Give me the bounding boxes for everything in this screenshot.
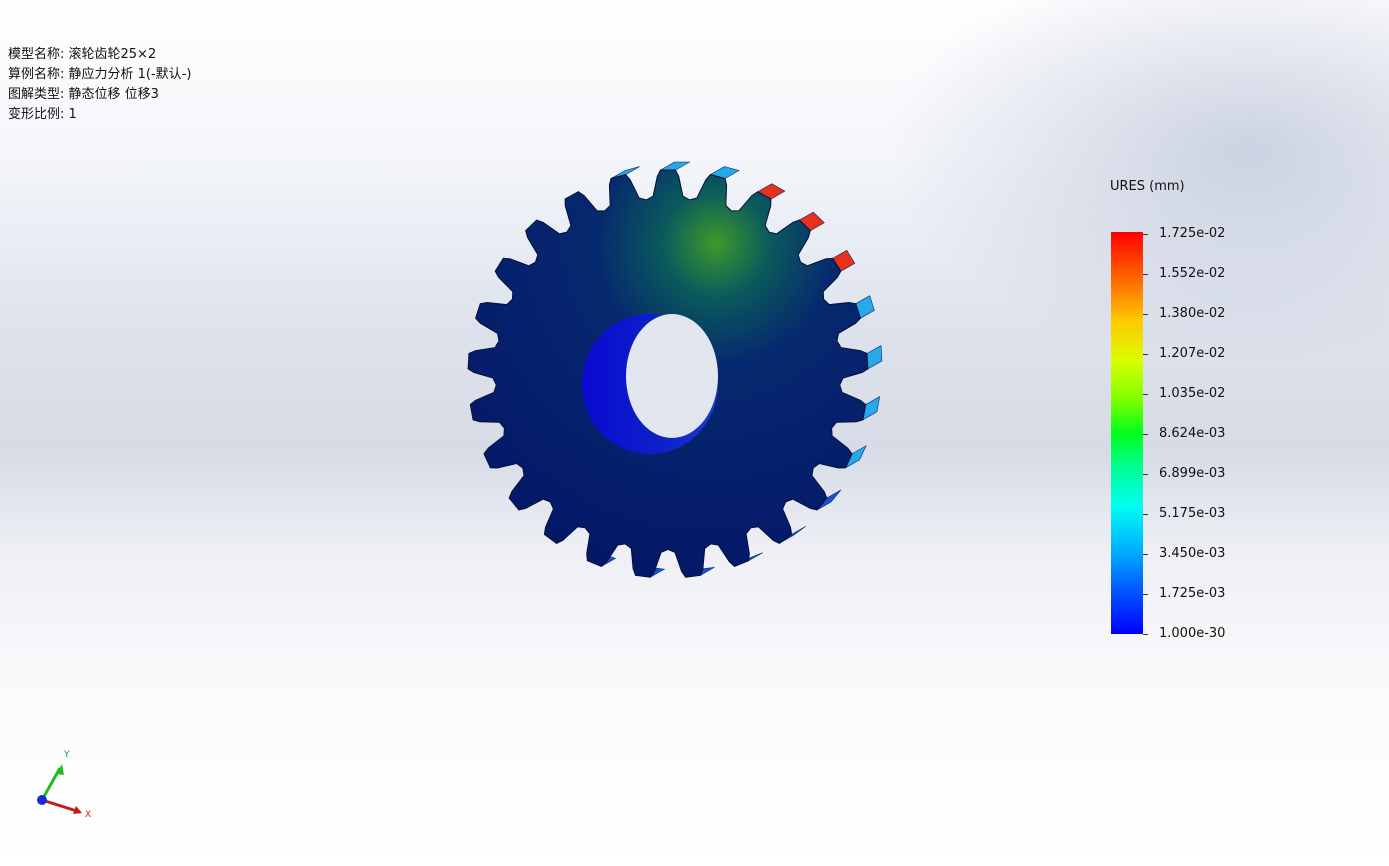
gear-tooth-side — [659, 161, 691, 171]
legend-tick — [1143, 274, 1148, 275]
x-axis-label: X — [85, 810, 91, 820]
gear-tooth-side — [866, 344, 883, 370]
legend-tick — [1143, 234, 1148, 235]
z-axis-dot — [37, 795, 47, 805]
legend-label: 1.380e-02 — [1159, 306, 1226, 321]
legend-label: 1.035e-02 — [1159, 386, 1226, 401]
legend-label: 1.207e-02 — [1159, 346, 1226, 361]
legend-label: 1.725e-03 — [1159, 586, 1226, 601]
legend-label: 3.450e-03 — [1159, 546, 1226, 561]
y-axis-label: Y — [63, 750, 70, 760]
legend-tick — [1143, 314, 1148, 315]
legend-label: 8.624e-03 — [1159, 426, 1226, 441]
legend-label: 1.000e-30 — [1159, 626, 1226, 641]
x-axis-line — [41, 798, 81, 814]
legend-label: 1.552e-02 — [1159, 266, 1226, 281]
legend-label: 1.725e-02 — [1159, 226, 1226, 241]
legend-label: 6.899e-03 — [1159, 466, 1226, 481]
legend-tick — [1143, 514, 1148, 515]
legend-tick — [1143, 554, 1148, 555]
legend-label: 5.175e-03 — [1159, 506, 1226, 521]
legend-tick — [1143, 594, 1148, 595]
y-axis-arrow — [56, 764, 64, 775]
legend-tick — [1143, 434, 1148, 435]
legend-title: URES (mm) — [1110, 179, 1185, 194]
legend-tick — [1143, 394, 1148, 395]
legend-tick — [1143, 634, 1148, 635]
legend-color-bar — [1111, 232, 1143, 634]
coordinate-triad[interactable]: X Y — [28, 744, 98, 824]
bore-opening — [626, 314, 718, 438]
legend-tick — [1143, 474, 1148, 475]
legend-tick — [1143, 354, 1148, 355]
gear-body — [467, 169, 869, 578]
